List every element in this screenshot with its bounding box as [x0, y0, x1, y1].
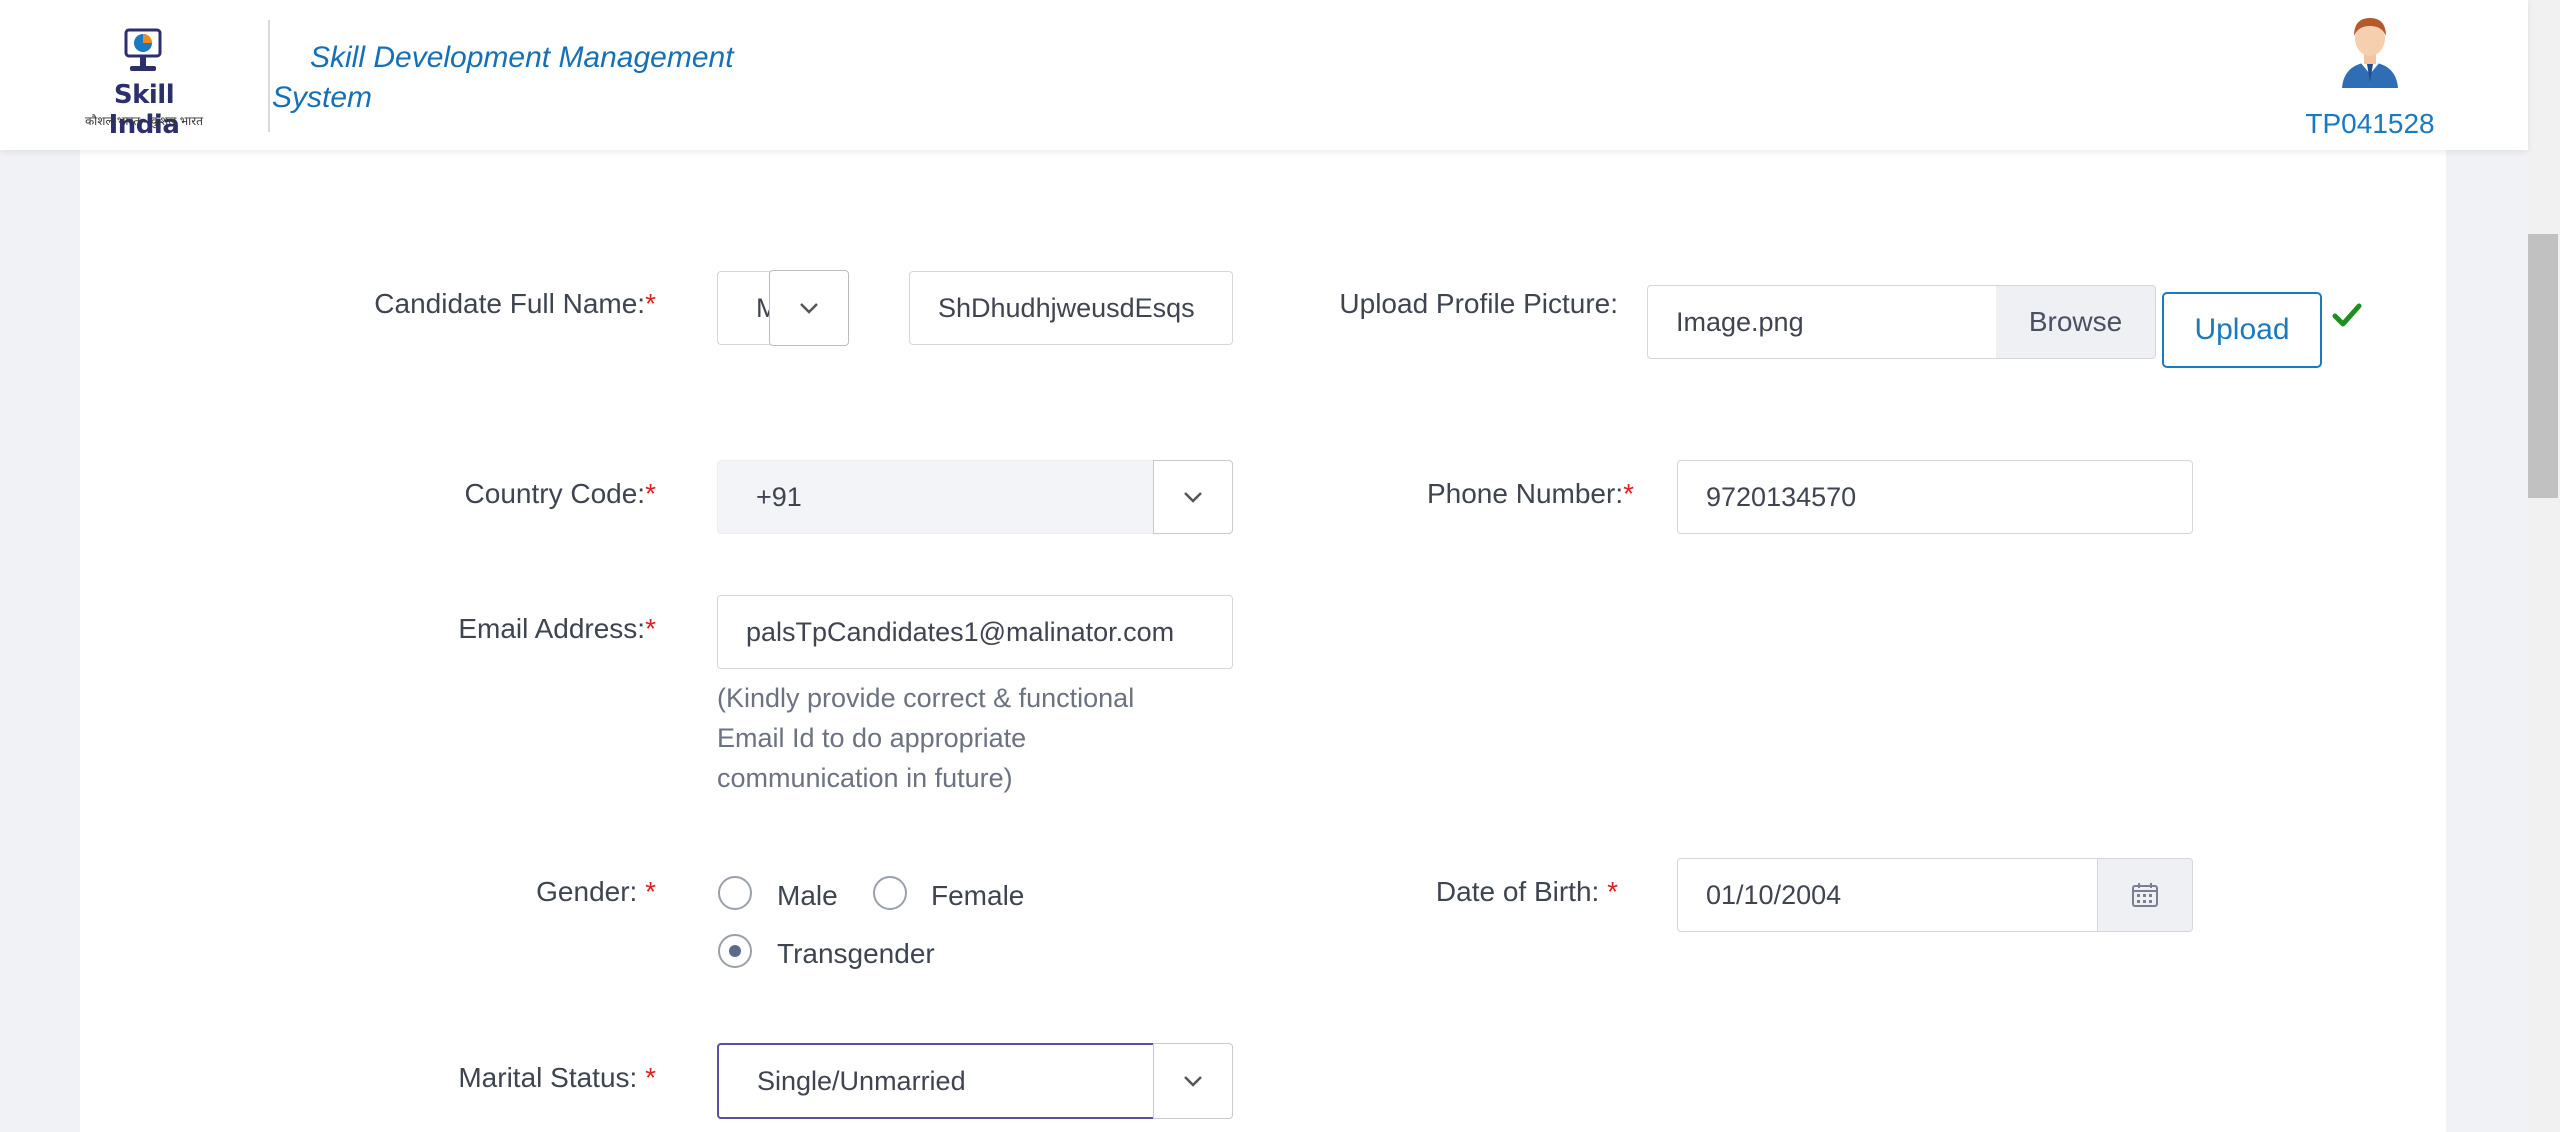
- email-value: palsTpCandidates1@malinator.com: [746, 616, 1175, 647]
- required-mark: *: [645, 288, 656, 319]
- email-input[interactable]: palsTpCandidates1@malinator.com: [717, 595, 1233, 669]
- gender-label: Gender: *: [300, 876, 656, 908]
- chevron-down-icon: [800, 303, 818, 314]
- email-label-text: Email Address:: [458, 613, 646, 644]
- country-code-select[interactable]: +91: [717, 460, 1155, 534]
- email-label: Email Address:*: [300, 613, 656, 645]
- app-header: Skill India कौशल भारत - कुशल भारत Skill …: [0, 0, 2528, 150]
- app-title-line2: System: [272, 81, 373, 114]
- marital-status-value: Single/Unmarried: [757, 1065, 966, 1096]
- candidate-name-input[interactable]: ShDhudhjweusdEsqs: [909, 271, 1233, 345]
- country-code-value: +91: [756, 481, 802, 512]
- browse-button[interactable]: Browse: [1996, 285, 2156, 359]
- chevron-down-icon: [1184, 1076, 1202, 1087]
- gender-female-label[interactable]: Female: [931, 880, 1024, 912]
- phone-number-label-text: Phone Number:: [1426, 478, 1624, 509]
- gender-male-label[interactable]: Male: [777, 880, 838, 912]
- user-avatar-icon[interactable]: [2334, 12, 2406, 88]
- country-code-label-text: Country Code:: [464, 478, 646, 509]
- marital-status-label: Marital Status: *: [300, 1062, 656, 1094]
- required-mark: *: [1607, 876, 1618, 907]
- gender-transgender-label[interactable]: Transgender: [777, 938, 935, 970]
- marital-status-select[interactable]: Single/Unmarried: [717, 1043, 1155, 1119]
- scrollbar-thumb[interactable]: [2528, 234, 2558, 498]
- dob-value: 01/10/2004: [1706, 879, 1842, 910]
- phone-number-label: Phone Number:*: [1300, 478, 1634, 510]
- profile-picture-label: Upload Profile Picture:: [1300, 288, 1618, 320]
- dob-input[interactable]: 01/10/2004: [1677, 858, 2099, 932]
- skill-india-logo-mark-icon: [124, 28, 162, 71]
- required-mark: *: [645, 613, 656, 644]
- required-mark: *: [645, 1062, 656, 1093]
- country-code-label: Country Code:*: [300, 478, 656, 510]
- required-mark: *: [1623, 478, 1634, 509]
- upload-button[interactable]: Upload: [2162, 292, 2322, 368]
- dob-label-text: Date of Birth:: [1435, 876, 1608, 907]
- marital-status-dropdown-button[interactable]: [1153, 1043, 1233, 1119]
- required-mark: *: [645, 876, 656, 907]
- profile-picture-label-text: Upload Profile Picture:: [1339, 288, 1618, 319]
- required-mark: *: [645, 478, 656, 509]
- email-help-text: (Kindly provide correct & functional Ema…: [717, 678, 1237, 798]
- dob-label: Date of Birth: *: [1300, 876, 1618, 908]
- skill-india-logo[interactable]: Skill India कौशल भारत - कुशल भारत: [78, 24, 210, 140]
- gender-female-radio[interactable]: [873, 876, 907, 910]
- profile-picture-file-name: Image.png: [1676, 306, 1804, 337]
- phone-number-input[interactable]: 9720134570: [1677, 460, 2193, 534]
- phone-number-value: 9720134570: [1706, 481, 1857, 512]
- page-scrollbar[interactable]: [2528, 0, 2560, 1132]
- browse-button-label: Browse: [2028, 306, 2123, 337]
- app-title-line1: Skill Development Management: [310, 41, 734, 74]
- calendar-icon: [2132, 883, 2158, 907]
- gender-transgender-radio[interactable]: [718, 934, 752, 968]
- candidate-name-label: Candidate Full Name:*: [300, 288, 656, 320]
- gender-male-radio[interactable]: [718, 876, 752, 910]
- logo-subtext: कौशल भारत - कुशल भारत: [84, 114, 204, 128]
- logo-text: Skill India: [108, 80, 180, 140]
- chevron-down-icon: [1184, 492, 1202, 503]
- country-code-dropdown-button[interactable]: [1153, 460, 1233, 534]
- user-id[interactable]: TP041528: [2300, 108, 2440, 140]
- email-help-line2: Email Id to do appropriate: [717, 723, 1027, 753]
- email-help-line3: communication in future): [717, 763, 1013, 793]
- salutation-dropdown-button[interactable]: [769, 270, 849, 346]
- upload-button-label: Upload: [2194, 313, 2290, 346]
- gender-label-text: Gender:: [536, 876, 646, 907]
- check-icon: [2332, 303, 2362, 327]
- candidate-name-value: ShDhudhjweusdEsqs: [938, 292, 1195, 323]
- marital-status-label-text: Marital Status:: [458, 1062, 646, 1093]
- candidate-name-label-text: Candidate Full Name:: [374, 288, 646, 319]
- email-help-line1: (Kindly provide correct & functional: [717, 683, 1135, 713]
- header-divider: [268, 20, 270, 132]
- app-title: Skill Development Management System: [272, 38, 792, 118]
- profile-picture-file-input[interactable]: Image.png: [1647, 285, 1997, 359]
- dob-calendar-button[interactable]: [2097, 858, 2193, 932]
